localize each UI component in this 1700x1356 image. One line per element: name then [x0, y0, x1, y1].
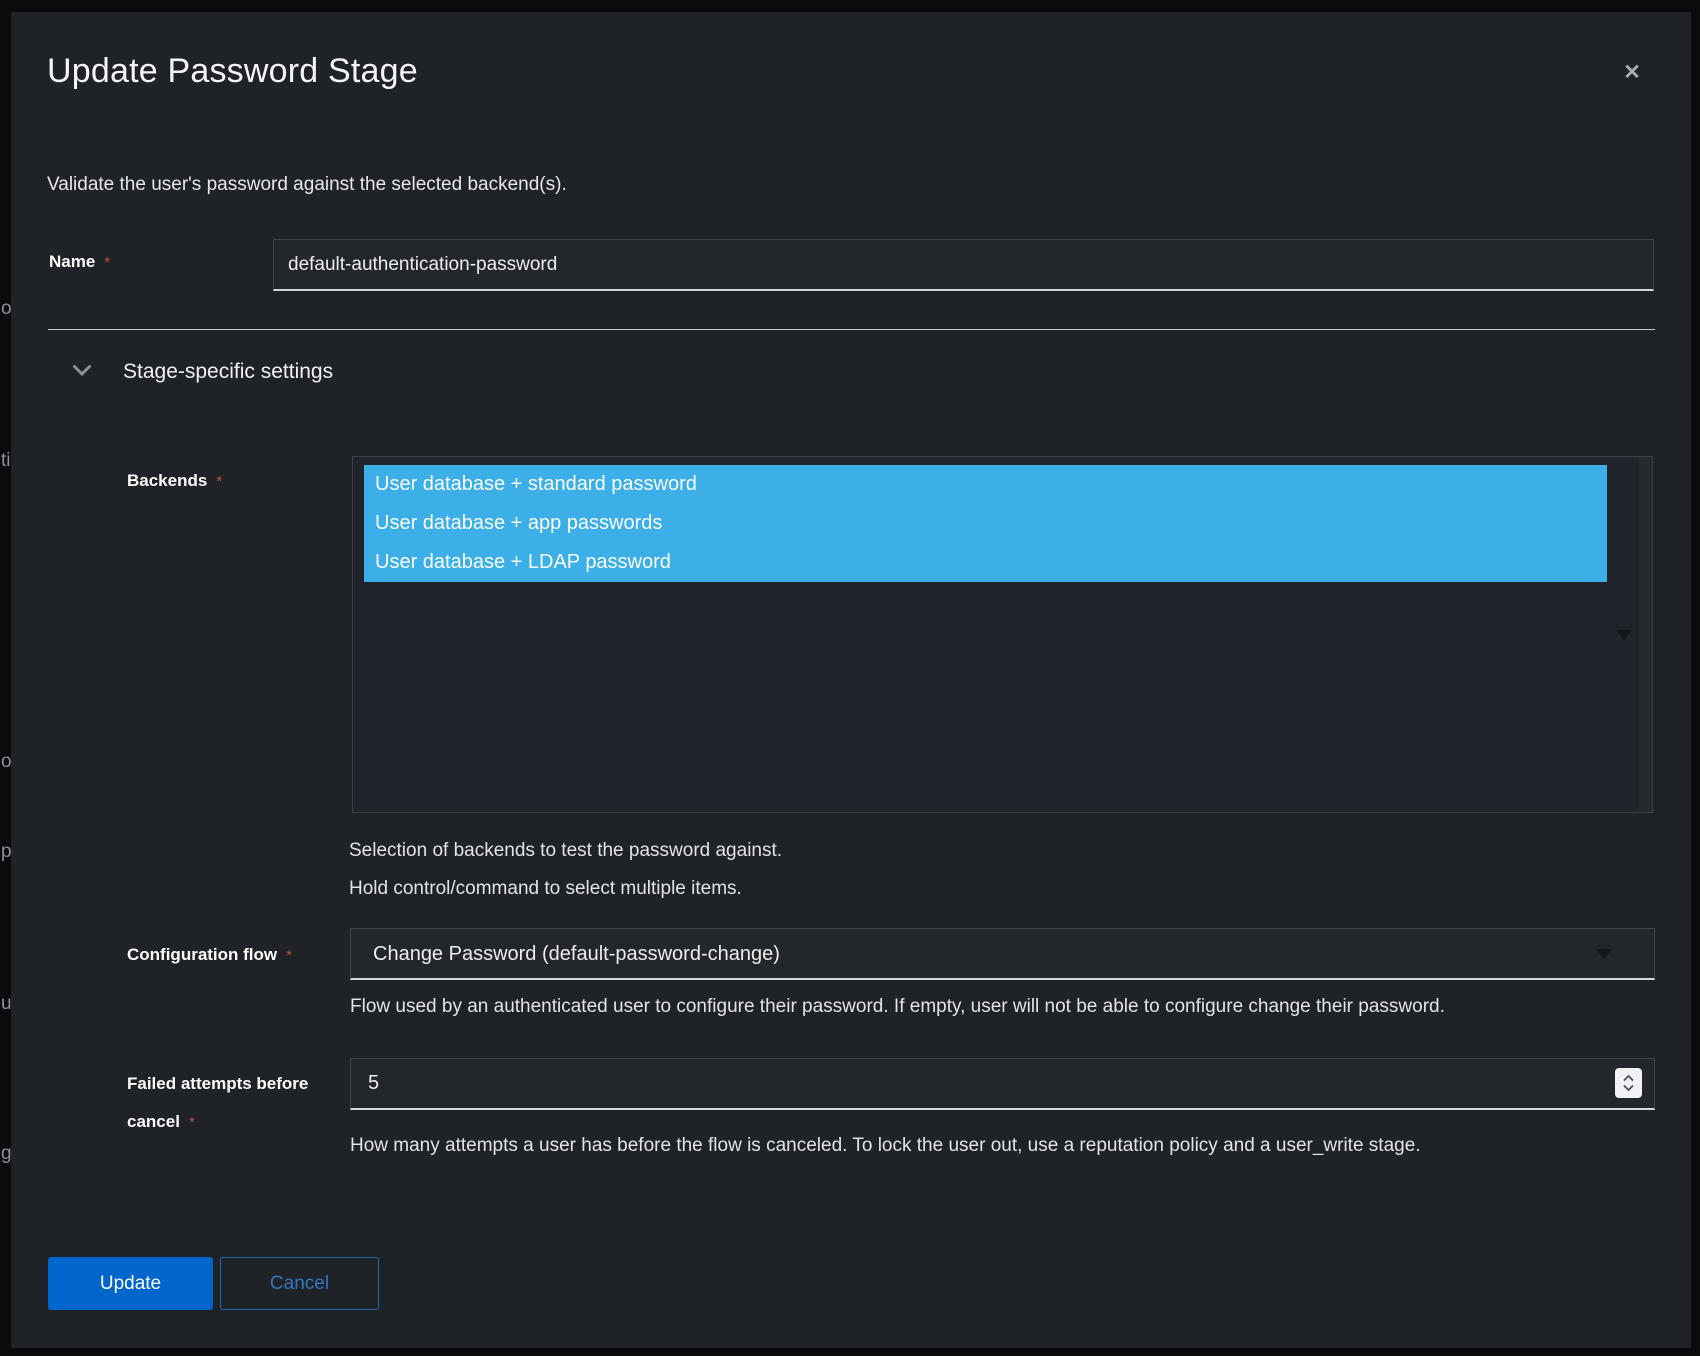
background-text-fragment: up [1, 993, 11, 1015]
background-page-edge: o ti ot p up g [0, 0, 11, 1356]
page-background: { "window": { "title": "Update Password … [0, 0, 1700, 1356]
backends-multiselect[interactable]: User database + standard password User d… [352, 456, 1653, 813]
required-asterisk: * [216, 473, 222, 490]
section-divider [48, 329, 1655, 330]
configuration-flow-selected-value: Change Password (default-password-change… [373, 943, 780, 965]
option-user-database-app-passwords[interactable]: User database + app passwords [364, 504, 1607, 543]
backends-help-text: Selection of backends to test the passwo… [349, 840, 782, 862]
backends-help-text-2: Hold control/command to select multiple … [349, 878, 742, 900]
name-input[interactable] [273, 239, 1654, 291]
failed-attempts-help-text: How many attempts a user has before the … [350, 1135, 1660, 1157]
required-asterisk: * [189, 1114, 195, 1131]
failed-attempts-label: Failed attempts before cancel* [127, 1065, 333, 1142]
configuration-flow-select[interactable]: Change Password (default-password-change… [350, 928, 1655, 980]
backends-label-text: Backends [127, 471, 207, 490]
background-text-fragment: ot [1, 751, 11, 773]
update-button[interactable]: Update [48, 1257, 213, 1310]
name-label-text: Name [49, 252, 95, 271]
chevron-down-icon[interactable] [73, 364, 91, 376]
configuration-flow-label: Configuration flow * [127, 945, 292, 965]
option-user-database-ldap-password[interactable]: User database + LDAP password [364, 543, 1607, 582]
configuration-flow-help-text: Flow used by an authenticated user to co… [350, 996, 1660, 1018]
modal-title: Update Password Stage [47, 52, 418, 91]
section-header-stage-specific-settings[interactable]: Stage-specific settings [123, 360, 333, 384]
cancel-button[interactable]: Cancel [220, 1257, 379, 1310]
name-label: Name * [49, 252, 110, 272]
modal-description: Validate the user's password against the… [47, 174, 567, 196]
required-asterisk: * [286, 947, 292, 964]
dropdown-caret-icon [1596, 949, 1612, 959]
number-stepper[interactable] [1615, 1068, 1642, 1098]
listbox-scrollbar-track[interactable] [1639, 457, 1652, 812]
background-text-fragment: p [1, 841, 11, 863]
configuration-flow-label-text: Configuration flow [127, 945, 277, 964]
background-text-fragment: g [1, 1143, 11, 1165]
update-password-stage-modal: Update Password Stage ✕ Validate the use… [11, 12, 1691, 1348]
background-text-fragment: ti [1, 450, 11, 472]
background-text-fragment: o [1, 298, 11, 320]
selected-options-group: User database + standard password User d… [364, 465, 1607, 582]
failed-attempts-label-text: Failed attempts before cancel [127, 1074, 308, 1131]
backends-label: Backends * [127, 471, 222, 491]
failed-attempts-input[interactable] [350, 1058, 1655, 1110]
required-asterisk: * [104, 254, 110, 271]
close-icon[interactable]: ✕ [1615, 56, 1649, 90]
option-user-database-standard-password[interactable]: User database + standard password [364, 465, 1607, 504]
dropdown-caret-icon [1616, 630, 1632, 640]
